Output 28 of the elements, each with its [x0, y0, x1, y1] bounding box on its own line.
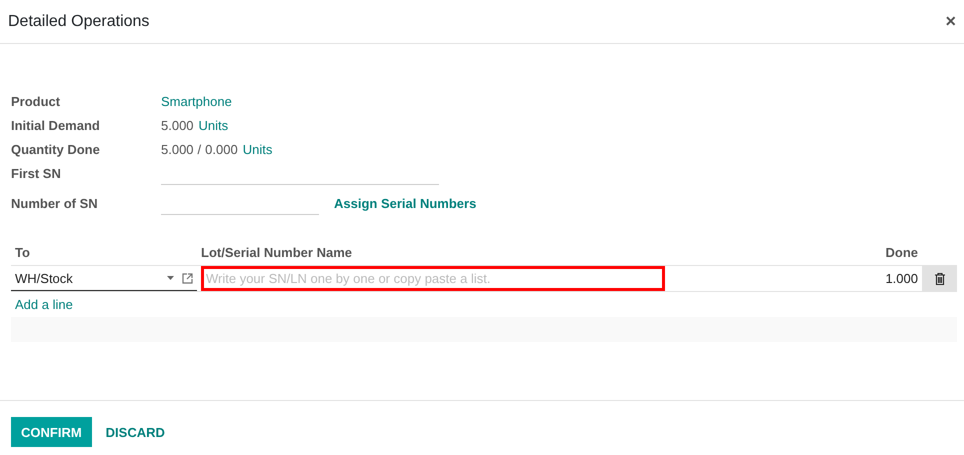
quantity-total: 0.000 [205, 142, 238, 159]
done-quantity: 1.000 [884, 271, 919, 286]
external-link-icon[interactable] [182, 272, 193, 284]
location-select[interactable]: WH/Stock [11, 266, 197, 291]
field-label: Initial Demand [11, 118, 101, 135]
add-line-link[interactable]: Add a line [15, 297, 73, 312]
column-header: Done [884, 244, 919, 260]
quantity-value: 5.000 [161, 142, 194, 159]
field-label: Quantity Done [11, 142, 101, 159]
unit-link[interactable]: Units [242, 142, 272, 161]
separator: / [198, 142, 202, 159]
confirm-button[interactable]: CONFIRM [11, 417, 92, 447]
field-label: First SN [11, 166, 62, 183]
column-header: Lot/Serial Number Name [200, 244, 353, 260]
unit-link[interactable]: Units [198, 118, 228, 137]
dialog-title: Detailed Operations [8, 12, 150, 30]
assign-link[interactable]: Assign Serial Numbers [334, 196, 476, 215]
column-header: To [14, 244, 31, 260]
discard-button[interactable]: DISCARD [96, 417, 175, 447]
field-label: Number of SN [11, 196, 99, 213]
delete-button[interactable] [922, 266, 957, 291]
trash-icon [934, 272, 944, 284]
close-button[interactable]: × [945, 11, 956, 32]
lot-input-field[interactable]: Write your SN/LN one by one or copy paste a list. [201, 266, 665, 291]
caret-icon [167, 276, 174, 280]
field-label: Product [11, 94, 62, 111]
quantity-value: 5.000 [161, 118, 194, 135]
product-link[interactable]: Smartphone [161, 94, 232, 113]
